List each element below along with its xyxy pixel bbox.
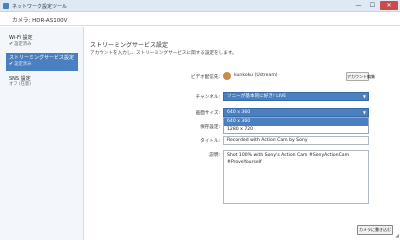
- screen-size-value: 640 x 360: [227, 110, 251, 115]
- window-titlebar: ネットワーク設定ツール — ☐ ✕: [0, 0, 400, 12]
- check-icon: ✔: [9, 41, 14, 47]
- close-button[interactable]: ✕: [380, 1, 398, 10]
- screen-size-option[interactable]: 1280 x 720: [224, 126, 368, 134]
- section-title: ストリーミングサービス設定: [90, 42, 169, 49]
- sidebar-item-sns[interactable]: SNS 設定 オフ (任意): [6, 74, 78, 92]
- minimize-button[interactable]: —: [352, 1, 365, 10]
- edit-account-button[interactable]: アカウント編集: [346, 72, 375, 81]
- title-field[interactable]: Recorded with Action Cam by Sony: [223, 136, 369, 145]
- description-label: 説明:: [209, 153, 220, 158]
- sidebar-item-status: オフ (任意): [9, 82, 31, 87]
- title-label: タイトル:: [200, 139, 220, 144]
- resize-grip-icon[interactable]: ◢: [395, 233, 399, 239]
- chevron-down-icon: ▼: [362, 94, 366, 99]
- screen-size-select[interactable]: 640 x 360 ▼: [223, 108, 369, 117]
- account-name: kunkoku (Ustream): [234, 73, 278, 78]
- sidebar-item-streaming[interactable]: ストリーミングサービス設定 ✔設定済み: [6, 53, 78, 71]
- camera-header: カメラ: HDR-AS100V: [0, 12, 400, 26]
- chevron-down-icon: ▼: [362, 110, 366, 115]
- description-field[interactable]: Shot 100% with Sony's Action Cam #SonyAc…: [223, 150, 369, 204]
- channel-select[interactable]: ソニーが基本的に好き! LIVE ▼: [223, 92, 369, 101]
- check-icon: ✔: [9, 61, 14, 67]
- account-label: ビデオ配信先:: [190, 75, 220, 80]
- sidebar-item-status: ✔設定済み: [9, 41, 32, 47]
- section-description: アカウントを入力し、ストリーミングサービスに関する設定をします。: [90, 51, 237, 56]
- screen-size-label: 画面サイズ:: [195, 111, 220, 116]
- app-icon: [3, 3, 9, 9]
- write-to-camera-button[interactable]: カメラに書き込む: [357, 225, 393, 235]
- sidebar-item-status: ✔設定済み: [9, 61, 32, 67]
- avatar: [223, 72, 231, 80]
- maximize-button[interactable]: ☐: [366, 1, 379, 10]
- window-title: ネットワーク設定ツール: [12, 4, 68, 10]
- sidebar-item-wifi[interactable]: Wi-Fi 設定 ✔設定済み: [6, 33, 78, 51]
- settings-panel: ストリーミングサービス設定 アカウントを入力し、ストリーミングサービスに関する設…: [85, 27, 400, 240]
- channel-value: ソニーが基本的に好き! LIVE: [227, 94, 287, 99]
- settings-sidebar: Wi-Fi 設定 ✔設定済み ストリーミングサービス設定 ✔設定済み SNS 設…: [0, 27, 84, 240]
- description-line: Shot 100% with Sony's Action Cam #SonyAc…: [227, 153, 350, 158]
- storage-label: 保存設定:: [200, 125, 220, 130]
- description-line: #ProveYourself: [227, 160, 262, 165]
- screen-size-dropdown: 640 x 360 1280 x 720: [223, 117, 369, 134]
- channel-label: チャンネル:: [195, 95, 220, 100]
- screen-size-option[interactable]: 640 x 360: [224, 118, 368, 126]
- camera-model-label: カメラ: HDR-AS100V: [12, 18, 68, 24]
